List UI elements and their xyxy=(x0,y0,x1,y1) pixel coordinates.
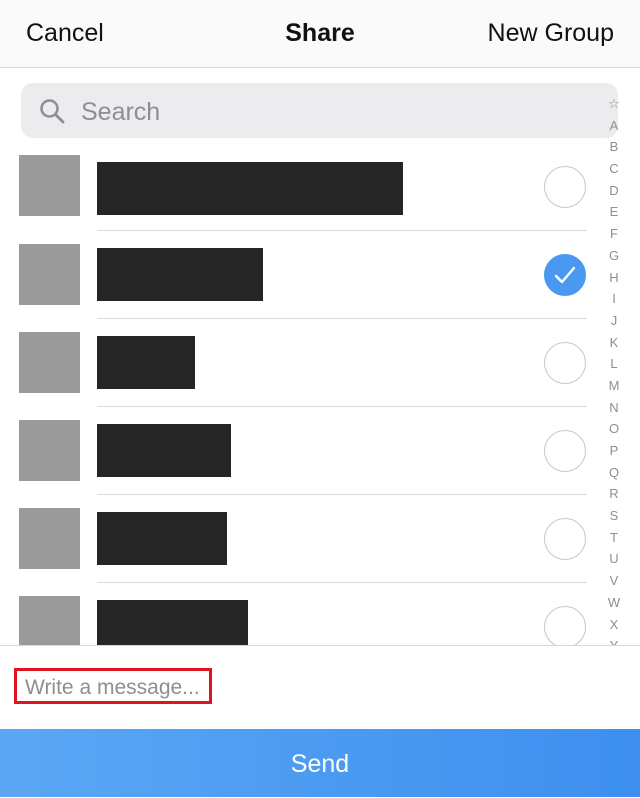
section-index-item[interactable]: B xyxy=(603,136,625,158)
section-index-item[interactable]: ☆ xyxy=(603,93,625,115)
avatar xyxy=(19,420,80,481)
section-index[interactable]: ☆ABCDEFGHIJKLMNOPQRSTUVWXY xyxy=(603,93,625,645)
contact-name-redacted xyxy=(97,424,231,477)
section-index-item[interactable]: Q xyxy=(603,462,625,484)
section-index-item[interactable]: P xyxy=(603,440,625,462)
section-index-item[interactable]: C xyxy=(603,158,625,180)
search-bar[interactable] xyxy=(21,83,618,138)
new-group-button[interactable]: New Group xyxy=(488,19,614,48)
page-title: Share xyxy=(285,19,355,47)
select-circle[interactable] xyxy=(544,430,586,472)
send-button[interactable]: Send xyxy=(0,729,640,797)
contact-name-redacted xyxy=(97,248,263,301)
section-index-item[interactable]: W xyxy=(603,592,625,614)
avatar xyxy=(19,155,80,216)
message-field-highlight xyxy=(14,668,213,704)
section-index-item[interactable]: Y xyxy=(603,635,625,645)
avatar xyxy=(19,508,80,569)
section-index-item[interactable]: K xyxy=(603,332,625,354)
avatar xyxy=(19,244,80,305)
contact-name-redacted xyxy=(97,600,248,645)
section-index-item[interactable]: J xyxy=(603,310,625,332)
cancel-button[interactable]: Cancel xyxy=(26,19,104,48)
section-index-item[interactable]: S xyxy=(603,505,625,527)
select-circle-checked[interactable] xyxy=(544,254,586,296)
checkmark-icon xyxy=(554,266,576,284)
contact-name-redacted xyxy=(97,336,195,389)
section-index-item[interactable]: O xyxy=(603,418,625,440)
message-input[interactable] xyxy=(23,673,213,703)
section-index-item[interactable]: H xyxy=(603,267,625,289)
contact-list xyxy=(0,142,600,645)
list-item[interactable] xyxy=(0,406,600,494)
list-item[interactable] xyxy=(0,582,600,645)
section-index-item[interactable]: I xyxy=(603,288,625,310)
contact-name-redacted xyxy=(97,162,403,215)
list-item[interactable] xyxy=(0,142,600,230)
section-index-item[interactable]: M xyxy=(603,375,625,397)
search-icon xyxy=(40,99,65,124)
section-index-item[interactable]: E xyxy=(603,201,625,223)
avatar xyxy=(19,596,80,645)
contact-name-redacted xyxy=(97,512,227,565)
avatar xyxy=(19,332,80,393)
navigation-bar: Cancel Share New Group xyxy=(0,0,640,68)
section-index-item[interactable]: A xyxy=(603,115,625,137)
list-item[interactable] xyxy=(0,230,600,318)
section-index-item[interactable]: U xyxy=(603,548,625,570)
select-circle[interactable] xyxy=(544,518,586,560)
search-input[interactable] xyxy=(79,91,603,133)
section-index-item[interactable]: G xyxy=(603,245,625,267)
list-item[interactable] xyxy=(0,494,600,582)
section-index-item[interactable]: X xyxy=(603,614,625,636)
section-index-item[interactable]: R xyxy=(603,483,625,505)
select-circle[interactable] xyxy=(544,606,586,645)
section-index-item[interactable]: T xyxy=(603,527,625,549)
section-index-item[interactable]: N xyxy=(603,397,625,419)
section-index-item[interactable]: D xyxy=(603,180,625,202)
select-circle[interactable] xyxy=(544,166,586,208)
section-index-item[interactable]: F xyxy=(603,223,625,245)
composer-divider xyxy=(0,645,640,646)
section-index-item[interactable]: L xyxy=(603,353,625,375)
select-circle[interactable] xyxy=(544,342,586,384)
section-index-item[interactable]: V xyxy=(603,570,625,592)
list-item[interactable] xyxy=(0,318,600,406)
